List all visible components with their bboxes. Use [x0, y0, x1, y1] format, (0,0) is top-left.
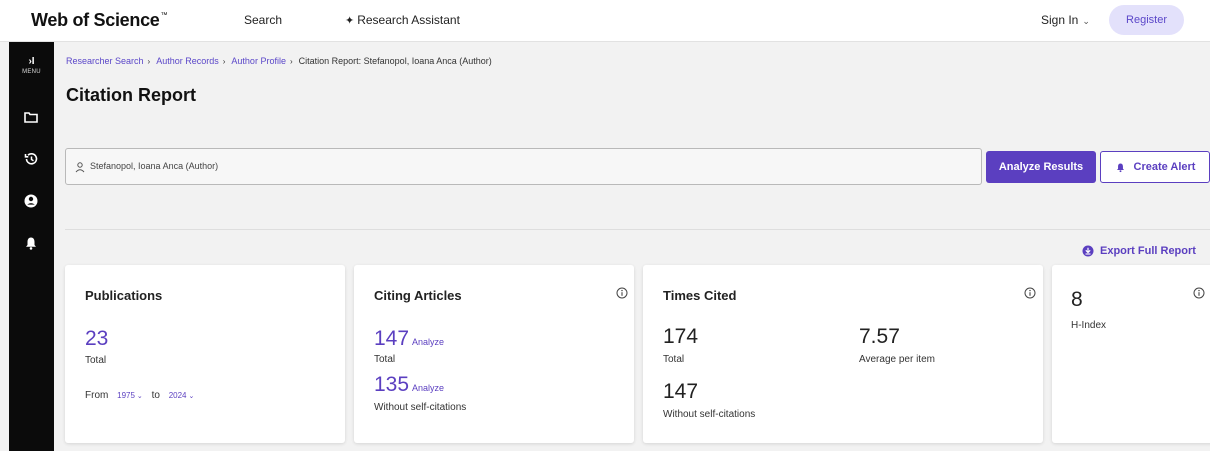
chevron-down-icon: ⌄	[1082, 16, 1090, 26]
citing-articles-title: Citing Articles	[374, 288, 462, 303]
user-icon	[75, 162, 85, 173]
query-field[interactable]: Stefanopol, Ioana Anca (Author)	[65, 148, 982, 185]
times-cited-total-label: Total	[663, 354, 685, 365]
folder-icon[interactable]	[22, 108, 40, 126]
breadcrumb-separator: ›	[289, 57, 293, 66]
publications-title: Publications	[85, 288, 163, 303]
menu-toggle-icon[interactable]: ›I	[9, 56, 54, 67]
create-alert-button[interactable]: Create Alert	[1100, 151, 1210, 183]
breadcrumb-author-profile[interactable]: Author Profile	[231, 56, 286, 66]
analyze-citing-link[interactable]: Analyze	[412, 337, 444, 347]
breadcrumb-current: Citation Report: Stefanopol, Ioana Anca …	[298, 56, 492, 66]
bell-icon	[1116, 163, 1124, 172]
citing-total-label: Total	[374, 354, 396, 365]
times-cited-card: Times Cited 174 Total 7.57 Average per i…	[643, 265, 1043, 443]
page-title: Citation Report	[66, 85, 196, 105]
register-button[interactable]: Register	[1109, 5, 1184, 35]
publications-card: Publications 23 Total From 1975 ⌄ to 2024…	[65, 265, 345, 443]
bell-icon[interactable]	[22, 234, 40, 252]
breadcrumb-separator: ›	[222, 57, 226, 66]
times-cited-title: Times Cited	[663, 288, 737, 303]
account-icon[interactable]	[22, 192, 40, 210]
times-cited-without-value: 147	[663, 380, 699, 403]
breadcrumb: Researcher Search › Author Records › Author …	[66, 56, 492, 66]
h-index-value: 8	[1071, 288, 1083, 311]
analyze-without-self-link[interactable]: Analyze	[412, 383, 444, 393]
section-divider	[65, 229, 1210, 230]
breadcrumb-researcher-search[interactable]: Researcher Search	[66, 56, 144, 66]
breadcrumb-author-records[interactable]: Author Records	[156, 56, 219, 66]
from-label: From	[85, 390, 109, 401]
to-year-select[interactable]: 2024 ⌄	[169, 391, 195, 400]
citing-total-value: 147	[374, 327, 410, 350]
publications-total-label: Total	[85, 355, 107, 366]
citing-articles-card: Citing Articles 147 Analyze Total 135 Anal…	[354, 265, 634, 443]
publications-value: 23	[85, 327, 109, 350]
chevron-down-icon: ⌄	[136, 393, 143, 400]
export-full-report-link[interactable]: Export Full Report	[1082, 245, 1196, 257]
sign-in-dropdown[interactable]: Sign In ⌄	[1041, 13, 1090, 27]
h-index-card: 8 H-Index	[1052, 265, 1210, 443]
query-text: Stefanopol, Ioana Anca (Author)	[90, 161, 219, 171]
chevron-down-icon: ⌄	[188, 393, 195, 400]
average-per-item-label: Average per item	[859, 354, 935, 365]
export-icon	[1082, 245, 1094, 257]
nav-search-link[interactable]: Search	[244, 13, 282, 27]
to-label: to	[151, 390, 160, 401]
nav-research-assistant-link[interactable]: ✦ Research Assistant	[345, 13, 460, 27]
logo[interactable]: Web of Science™	[31, 10, 168, 31]
year-range: From 1975 ⌄ to 2024 ⌄	[85, 390, 194, 401]
top-bar: Web of Science™ Search ✦ Research Assista…	[0, 0, 1210, 42]
info-icon[interactable]	[616, 287, 628, 299]
average-per-item-value: 7.57	[859, 325, 900, 348]
menu-label: MENU	[22, 69, 41, 75]
info-icon[interactable]	[1193, 287, 1205, 299]
h-index-label: H-Index	[1071, 320, 1107, 331]
from-year-select[interactable]: 1975 ⌄	[117, 391, 143, 400]
analyze-results-button[interactable]: Analyze Results	[986, 151, 1096, 183]
times-cited-total-value: 174	[663, 325, 699, 348]
breadcrumb-separator: ›	[147, 57, 151, 66]
history-icon[interactable]	[22, 150, 40, 168]
citing-without-value: 135	[374, 373, 410, 396]
citing-without-row: 135 Analyze	[374, 373, 444, 397]
sparkle-icon: ✦	[345, 15, 355, 27]
citing-without-label: Without self-citations	[374, 402, 467, 413]
times-cited-without-label: Without self-citations	[663, 409, 756, 420]
citing-total-row: 147 Analyze	[374, 327, 444, 351]
create-alert-label: Create Alert	[1133, 161, 1196, 173]
side-rail: ›I MENU	[9, 42, 54, 451]
info-icon[interactable]	[1024, 287, 1036, 299]
